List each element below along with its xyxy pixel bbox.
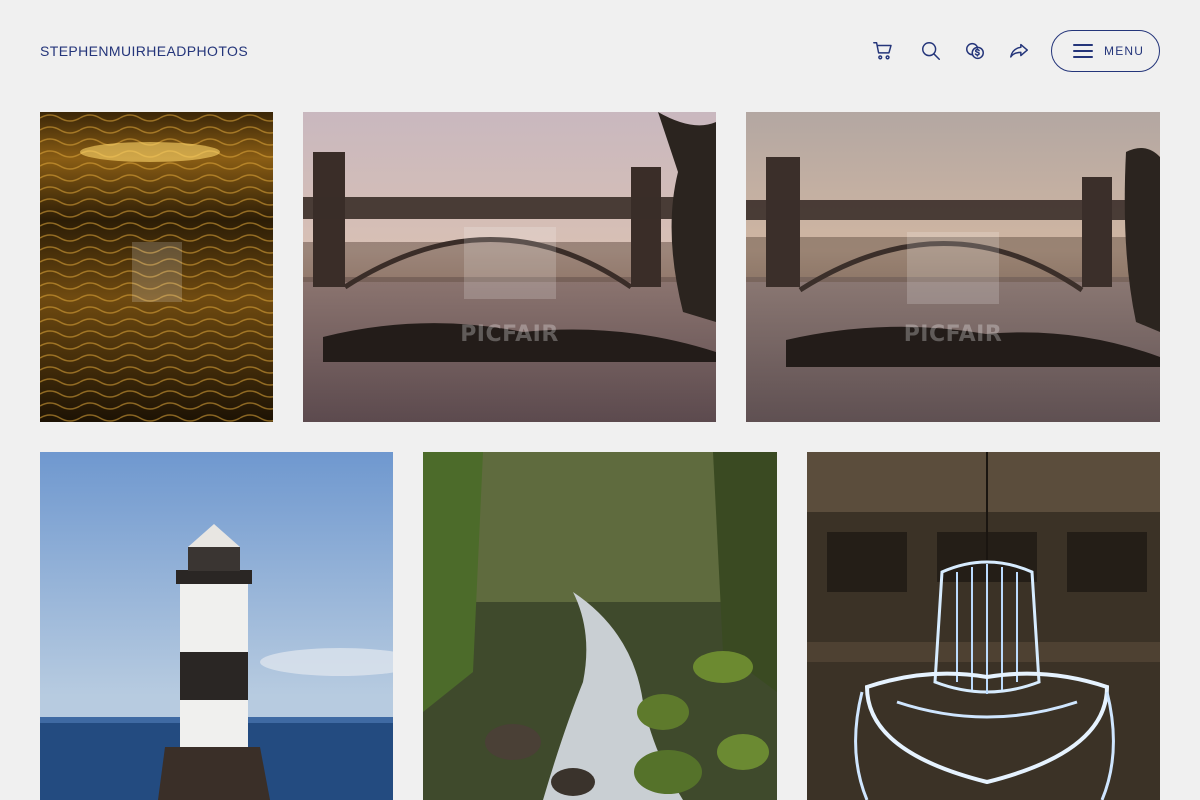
watermark-box — [131, 242, 182, 302]
share-icon — [1010, 43, 1028, 58]
cart-button[interactable] — [870, 38, 896, 64]
site-header: STEPHENMUIRHEADPHOTOS MENU — [0, 0, 1200, 102]
menu-button[interactable]: MENU — [1051, 30, 1160, 72]
photo-image — [40, 452, 393, 800]
watermark-text: PICFAIR — [903, 322, 1003, 347]
photo-woodland-stream[interactable] — [423, 452, 777, 800]
watermark-box — [907, 232, 999, 304]
photo-sunlit-water[interactable] — [40, 112, 273, 422]
watermark-text: PICFAIR — [460, 322, 559, 347]
cart-icon — [873, 42, 892, 60]
share-button[interactable] — [1006, 38, 1032, 64]
search-icon — [922, 42, 940, 60]
photo-bridge-sunset-2[interactable]: PICFAIR — [746, 112, 1160, 422]
photo-chandelier[interactable] — [807, 452, 1160, 800]
site-brand-link[interactable]: STEPHENMUIRHEADPHOTOS — [40, 43, 248, 59]
photo-lighthouse[interactable] — [40, 452, 393, 800]
hamburger-icon — [1073, 43, 1093, 59]
currency-button[interactable] — [962, 38, 988, 64]
search-button[interactable] — [918, 38, 944, 64]
photo-image — [807, 452, 1160, 800]
menu-label: MENU — [1104, 44, 1145, 58]
currency-icon — [966, 42, 984, 60]
photo-image — [423, 452, 777, 800]
watermark-box — [463, 227, 556, 299]
photo-bridge-sunset-1[interactable]: PICFAIR — [303, 112, 716, 422]
